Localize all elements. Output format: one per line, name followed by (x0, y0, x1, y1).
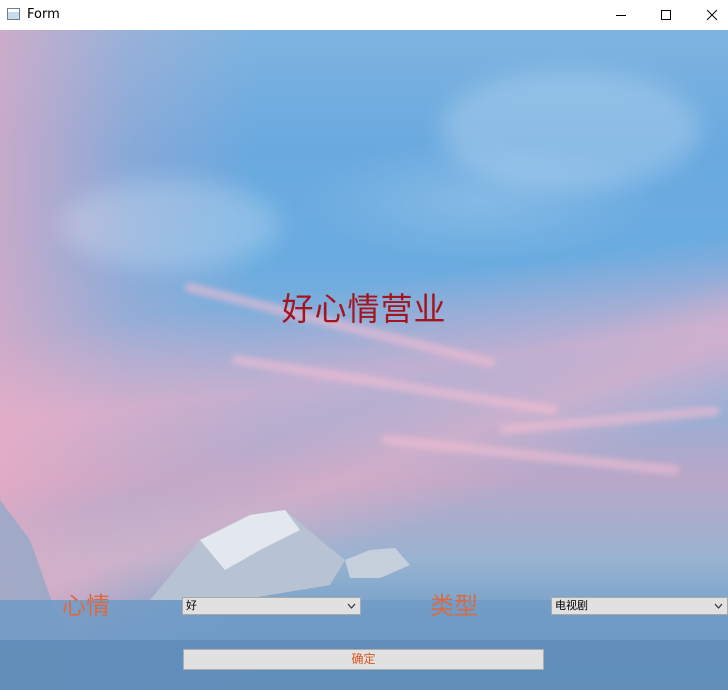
cloud-haze (60, 180, 280, 270)
app-window: Form 好心情营业 心情 好 类型 电视剧 确定 (0, 0, 728, 690)
window-title: Form (27, 7, 60, 22)
cloud-streak (231, 354, 559, 416)
chevron-down-icon (714, 603, 723, 609)
close-icon (706, 9, 718, 21)
close-button[interactable] (689, 0, 728, 30)
maximize-icon (661, 10, 671, 20)
mood-select-value: 好 (186, 599, 197, 612)
maximize-button[interactable] (643, 0, 689, 30)
type-label: 类型 (430, 592, 478, 620)
type-select-value: 电视剧 (555, 599, 588, 612)
cloud-haze (440, 70, 700, 190)
minimize-icon (616, 15, 626, 16)
mood-select[interactable]: 好 (182, 597, 361, 615)
app-window-icon (7, 8, 20, 20)
form-client-area: 好心情营业 心情 好 类型 电视剧 确定 (0, 30, 728, 690)
confirm-button-label: 确定 (351, 652, 376, 666)
chevron-down-icon (347, 603, 356, 609)
mood-label: 心情 (62, 592, 110, 620)
minimize-button[interactable] (598, 0, 644, 30)
page-title: 好心情营业 (281, 290, 447, 328)
confirm-button[interactable]: 确定 (183, 649, 544, 670)
title-bar[interactable]: Form (0, 0, 728, 30)
cloud-streak (380, 434, 680, 476)
type-select[interactable]: 电视剧 (551, 597, 728, 615)
